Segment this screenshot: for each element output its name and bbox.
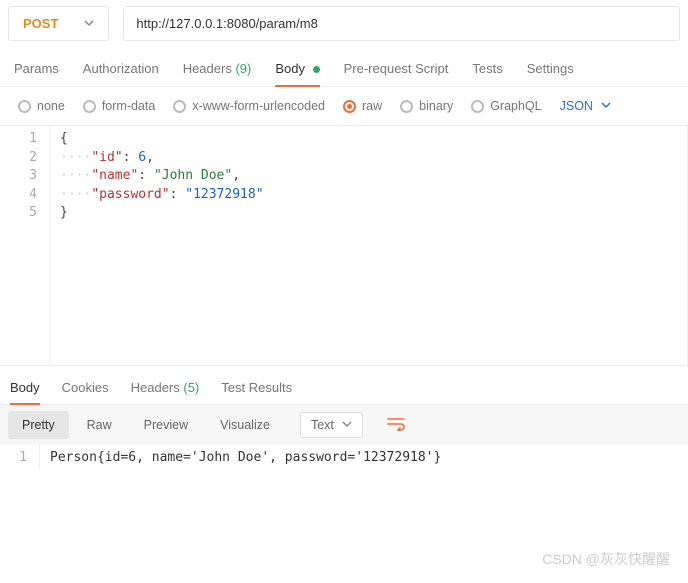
whitespace-dots: ···· <box>60 187 91 202</box>
code-token: , <box>146 150 154 165</box>
view-visualize[interactable]: Visualize <box>206 411 284 439</box>
view-raw[interactable]: Raw <box>73 411 126 439</box>
line-number: 5 <box>0 204 37 223</box>
body-type-row: none form-data x-www-form-urlencoded raw… <box>0 87 688 126</box>
code-token: "password" <box>91 187 169 202</box>
code-token: "name" <box>91 168 138 183</box>
tab-headers[interactable]: Headers (9) <box>183 55 252 86</box>
tab-authorization[interactable]: Authorization <box>83 55 159 86</box>
view-pretty[interactable]: Pretty <box>8 411 69 439</box>
whitespace-dots: ···· <box>60 168 91 183</box>
line-number: 3 <box>0 167 37 186</box>
response-line: Person{id=6, name='John Doe', password='… <box>50 449 441 468</box>
whitespace-dots: ···· <box>60 150 91 165</box>
radio-icon <box>343 100 356 113</box>
radio-raw-label: raw <box>362 99 382 113</box>
response-gutter: 1 <box>0 445 40 468</box>
view-preview[interactable]: Preview <box>130 411 202 439</box>
radio-raw[interactable]: raw <box>343 99 382 113</box>
response-body[interactable]: 1 Person{id=6, name='John Doe', password… <box>0 445 688 468</box>
line-number: 1 <box>0 449 27 468</box>
line-number: 1 <box>0 130 37 149</box>
code-token: 6 <box>138 150 146 165</box>
response-format-label: Text <box>311 418 334 432</box>
chevron-down-icon <box>342 418 352 432</box>
raw-format-label: JSON <box>560 99 593 113</box>
radio-xwww[interactable]: x-www-form-urlencoded <box>173 99 325 113</box>
tab-body-label: Body <box>275 61 305 76</box>
radio-formdata-label: form-data <box>102 99 156 113</box>
tab-headers-label: Headers <box>183 61 232 76</box>
radio-icon <box>18 100 31 113</box>
radio-icon <box>173 100 186 113</box>
chevron-down-icon <box>84 16 94 31</box>
dot-indicator-icon <box>313 66 320 73</box>
code-token: "John Doe" <box>154 168 232 183</box>
tab-body[interactable]: Body <box>275 55 319 87</box>
code-token: { <box>60 131 68 146</box>
request-tabs: Params Authorization Headers (9) Body Pr… <box>0 51 688 87</box>
editor-gutter: 1 2 3 4 5 <box>0 126 50 365</box>
tab-tests[interactable]: Tests <box>472 55 502 86</box>
line-number: 2 <box>0 149 37 168</box>
tab-prerequest[interactable]: Pre-request Script <box>344 55 449 86</box>
code-token: "id" <box>91 150 122 165</box>
resp-tab-tests[interactable]: Test Results <box>221 376 292 404</box>
http-method-label: POST <box>23 16 58 31</box>
request-url-input[interactable] <box>123 6 680 41</box>
radio-none-label: none <box>37 99 65 113</box>
code-token: : <box>123 150 139 165</box>
radio-binary-label: binary <box>419 99 453 113</box>
headers-count: (9) <box>235 61 251 76</box>
code-token: : <box>138 168 154 183</box>
http-method-select[interactable]: POST <box>8 6 109 41</box>
resp-tab-body[interactable]: Body <box>10 376 40 405</box>
code-token: "12372918" <box>185 187 263 202</box>
chevron-down-icon <box>601 99 611 113</box>
radio-graphql-label: GraphQL <box>490 99 541 113</box>
code-token: : <box>170 187 186 202</box>
radio-icon <box>471 100 484 113</box>
resp-headers-count: (5) <box>183 380 199 395</box>
line-number: 4 <box>0 186 37 205</box>
code-token: , <box>232 168 240 183</box>
response-format-select[interactable]: Text <box>300 412 363 438</box>
response-toolbar: Pretty Raw Preview Visualize Text <box>0 405 688 445</box>
editor-code: { ····"id": 6, ····"name": "John Doe", ·… <box>50 126 264 365</box>
raw-format-select[interactable]: JSON <box>560 99 611 113</box>
radio-icon <box>400 100 413 113</box>
watermark: CSDN @灰灰快醒醒 <box>542 549 670 569</box>
response-tabs: Body Cookies Headers (5) Test Results <box>0 366 688 405</box>
radio-formdata[interactable]: form-data <box>83 99 156 113</box>
radio-graphql[interactable]: GraphQL <box>471 99 541 113</box>
tab-settings[interactable]: Settings <box>527 55 574 86</box>
radio-icon <box>83 100 96 113</box>
request-body-editor[interactable]: 1 2 3 4 5 { ····"id": 6, ····"name": "Jo… <box>0 126 688 366</box>
response-code: Person{id=6, name='John Doe', password='… <box>40 445 441 468</box>
resp-tab-headers-label: Headers <box>131 380 180 395</box>
radio-none[interactable]: none <box>18 99 65 113</box>
resp-tab-headers[interactable]: Headers (5) <box>131 376 200 404</box>
wrap-lines-icon[interactable] <box>379 412 413 439</box>
resp-tab-cookies[interactable]: Cookies <box>62 376 109 404</box>
radio-xwww-label: x-www-form-urlencoded <box>192 99 325 113</box>
radio-binary[interactable]: binary <box>400 99 453 113</box>
tab-params[interactable]: Params <box>14 55 59 86</box>
code-token: } <box>60 205 68 220</box>
